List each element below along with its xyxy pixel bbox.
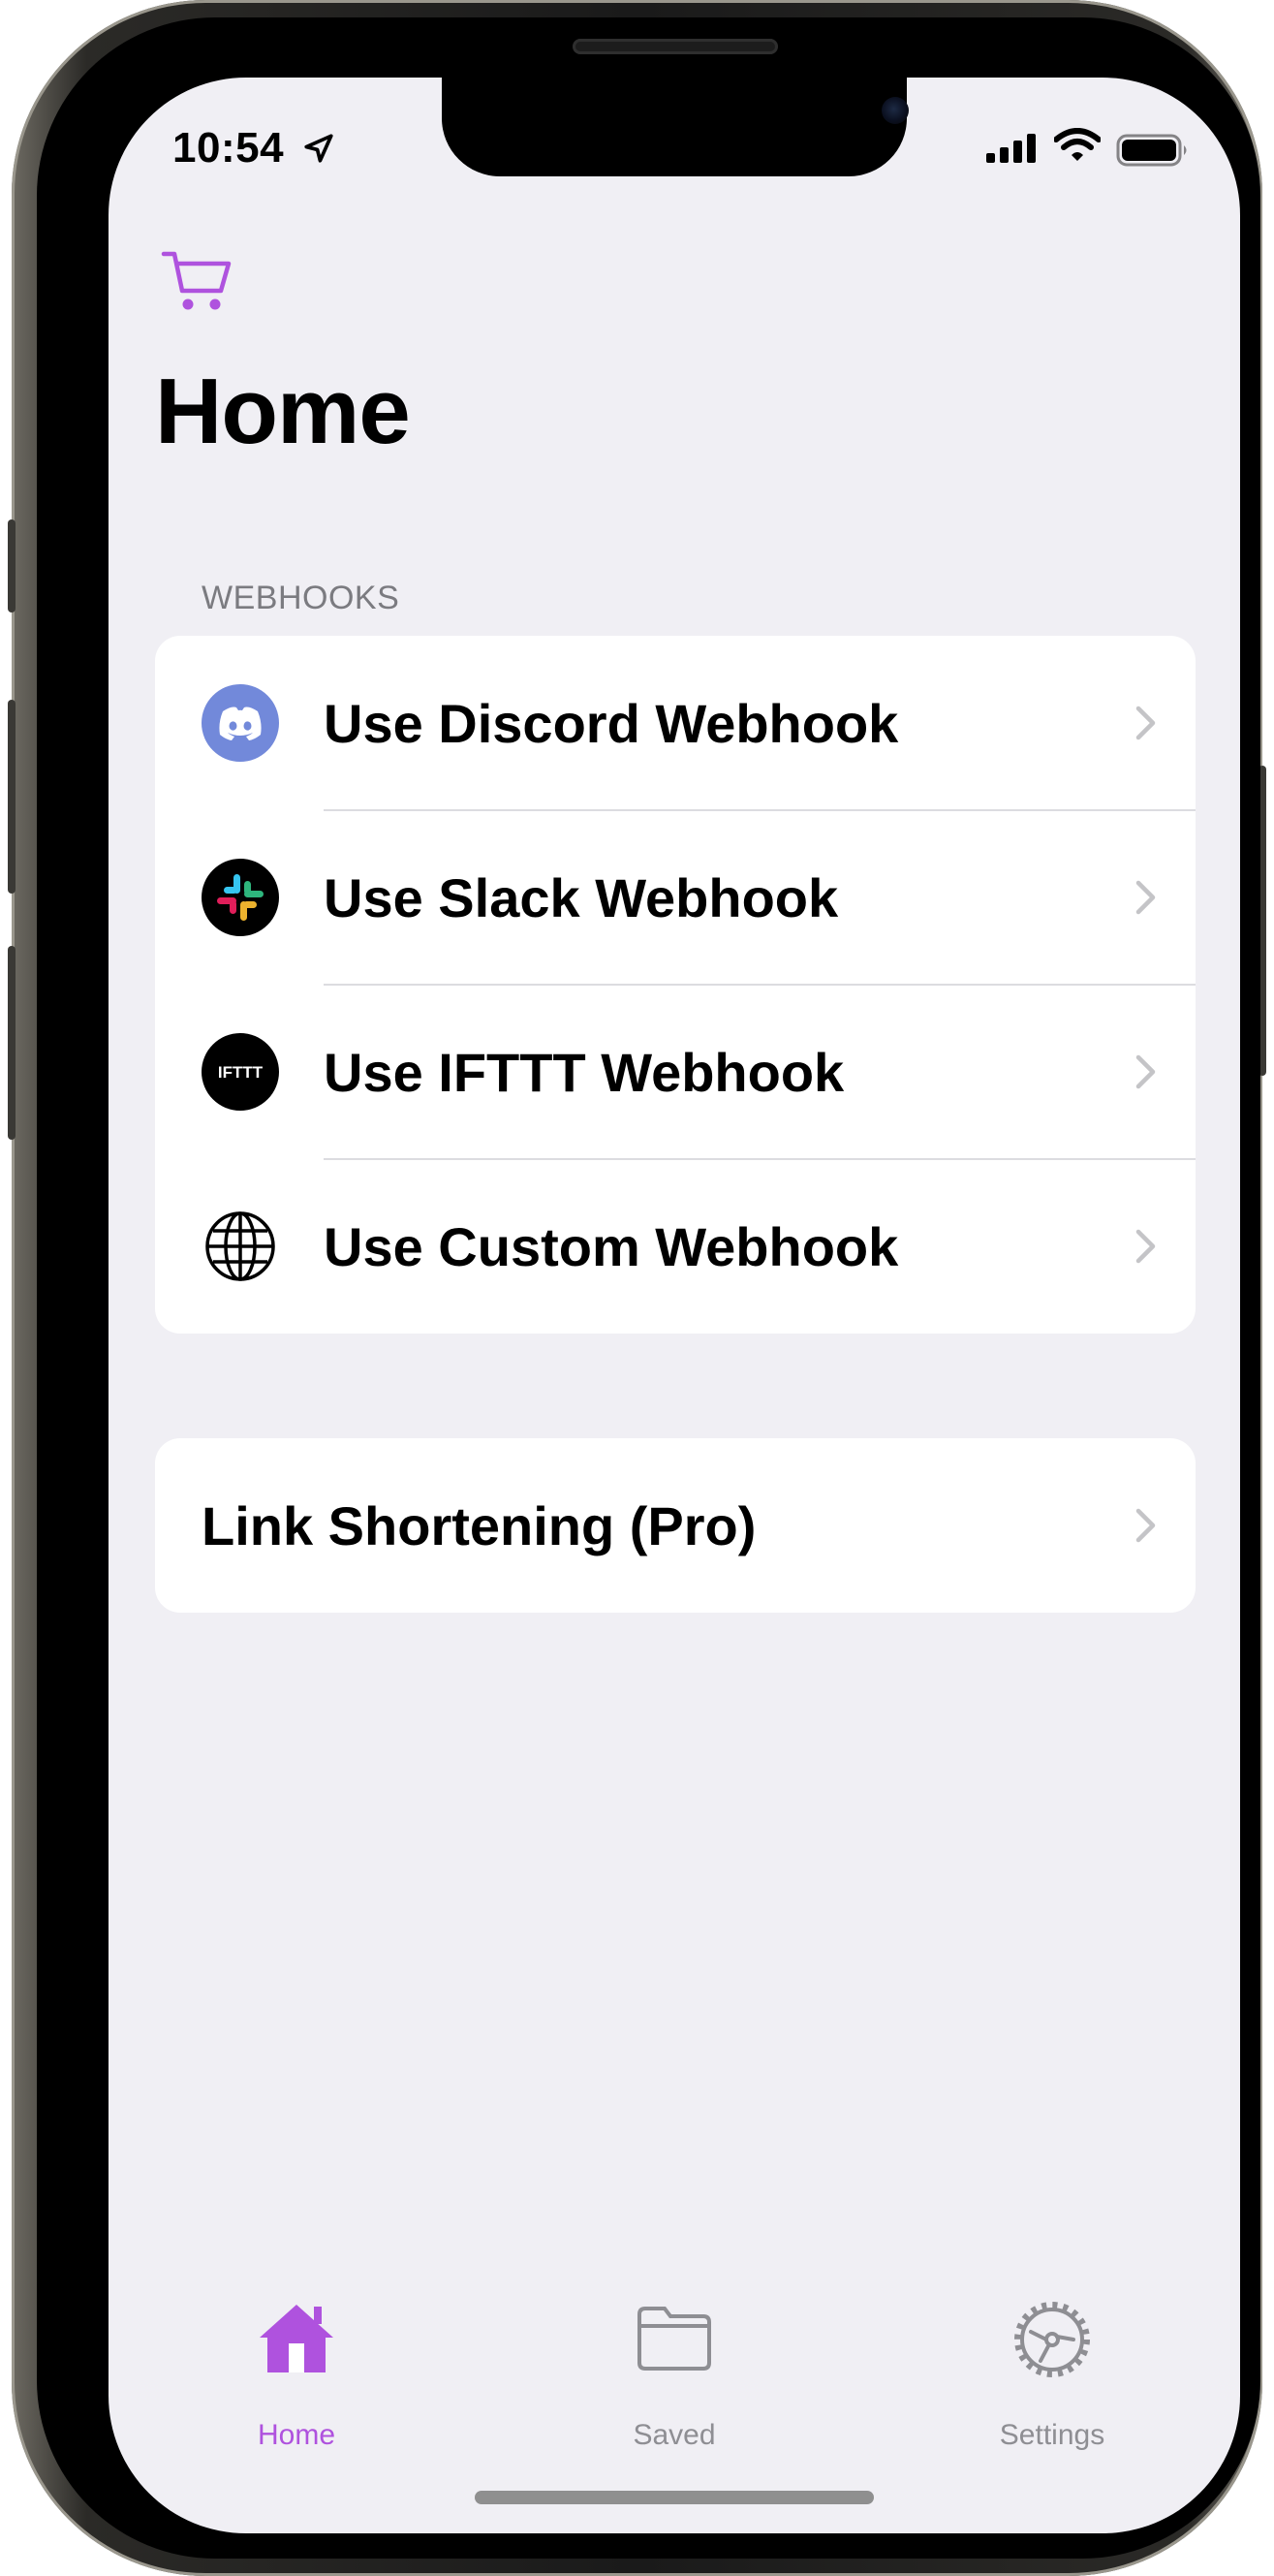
list-item-label: Use Custom Webhook <box>324 1216 899 1277</box>
silent-switch <box>8 519 16 613</box>
list-item-custom[interactable]: Use Custom Webhook <box>155 1159 1196 1334</box>
gear-icon <box>1014 2302 1090 2377</box>
section-header-webhooks: WEBHOOKS <box>202 580 400 616</box>
phone-frame: 10:54 Home WEBHOOKS Use Discord Webhook … <box>8 0 1266 2576</box>
screen: 10:54 Home WEBHOOKS Use Discord Webhook … <box>109 78 1240 2533</box>
battery-icon <box>1116 134 1187 167</box>
list-item-label: Use Slack Webhook <box>324 867 839 928</box>
list-item-label: Use Discord Webhook <box>324 693 899 754</box>
notch <box>442 78 909 176</box>
home-indicator[interactable] <box>475 2491 874 2504</box>
volume-down-button <box>8 946 16 1140</box>
webhooks-list: Use Discord Webhook Use Slack Webhook IF… <box>155 636 1196 1334</box>
list-item-discord[interactable]: Use Discord Webhook <box>155 636 1196 810</box>
chevron-right-icon <box>1135 880 1156 915</box>
globe-icon <box>205 1211 275 1281</box>
list-item-label: Link Shortening (Pro) <box>202 1495 757 1556</box>
list-item-ifttt[interactable]: IFTTT Use IFTTT Webhook <box>155 985 1196 1159</box>
ifttt-icon-text: IFTTT <box>218 1063 264 1082</box>
wifi-icon <box>1054 128 1101 161</box>
list-item-link-shortening[interactable]: Link Shortening (Pro) <box>155 1438 1196 1613</box>
earpiece-speaker <box>573 39 778 54</box>
ifttt-icon: IFTTT <box>202 1033 279 1111</box>
chevron-right-icon <box>1135 1054 1156 1089</box>
volume-up-button <box>8 700 16 894</box>
tab-label: Saved <box>633 2419 716 2451</box>
bezel: 10:54 Home WEBHOOKS Use Discord Webhook … <box>37 17 1260 2559</box>
discord-icon <box>202 684 279 762</box>
tab-label: Home <box>257 2419 336 2451</box>
front-camera <box>882 97 909 124</box>
chevron-right-icon <box>1135 1229 1156 1264</box>
list-item-slack[interactable]: Use Slack Webhook <box>155 810 1196 985</box>
cellular-signal-icon <box>986 134 1036 163</box>
folder-icon <box>637 2307 711 2371</box>
tab-label: Settings <box>999 2419 1105 2451</box>
status-time: 10:54 <box>172 124 285 172</box>
house-icon <box>260 2305 333 2372</box>
link-shortening-card: Link Shortening (Pro) <box>155 1438 1196 1613</box>
cart-icon[interactable] <box>161 248 234 316</box>
location-arrow-icon <box>304 134 333 163</box>
slack-icon <box>202 859 279 936</box>
page-title: Home <box>155 360 411 463</box>
list-item-label: Use IFTTT Webhook <box>324 1042 845 1103</box>
chevron-right-icon <box>1135 1508 1156 1543</box>
chevron-right-icon <box>1135 706 1156 740</box>
